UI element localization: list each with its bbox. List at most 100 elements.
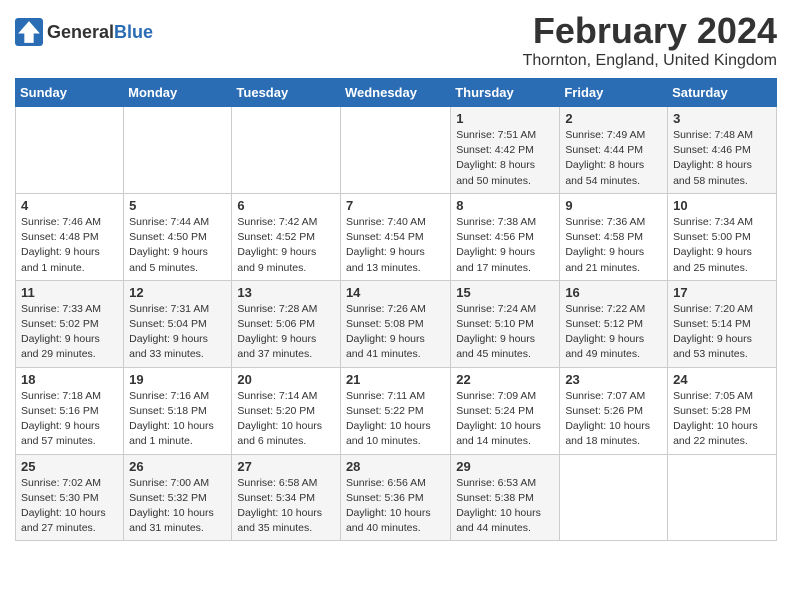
calendar-cell: 2Sunrise: 7:49 AMSunset: 4:44 PMDaylight…: [560, 107, 668, 194]
header-day-friday: Friday: [560, 79, 668, 107]
calendar-cell: 22Sunrise: 7:09 AMSunset: 5:24 PMDayligh…: [451, 367, 560, 454]
day-number: 21: [346, 372, 445, 387]
day-info: Sunrise: 7:24 AMSunset: 5:10 PMDaylight:…: [456, 302, 554, 363]
calendar-cell: 10Sunrise: 7:34 AMSunset: 5:00 PMDayligh…: [668, 193, 777, 280]
calendar-table: SundayMondayTuesdayWednesdayThursdayFrid…: [15, 78, 777, 541]
calendar-cell: 7Sunrise: 7:40 AMSunset: 4:54 PMDaylight…: [340, 193, 450, 280]
logo-text: GeneralBlue: [47, 22, 153, 43]
day-number: 11: [21, 285, 118, 300]
day-number: 28: [346, 459, 445, 474]
day-info: Sunrise: 7:07 AMSunset: 5:26 PMDaylight:…: [565, 389, 662, 450]
calendar-cell: [124, 107, 232, 194]
day-number: 4: [21, 198, 118, 213]
day-info: Sunrise: 7:33 AMSunset: 5:02 PMDaylight:…: [21, 302, 118, 363]
day-info: Sunrise: 7:44 AMSunset: 4:50 PMDaylight:…: [129, 215, 226, 276]
calendar-cell: 18Sunrise: 7:18 AMSunset: 5:16 PMDayligh…: [16, 367, 124, 454]
calendar-cell: 17Sunrise: 7:20 AMSunset: 5:14 PMDayligh…: [668, 280, 777, 367]
week-row-3: 11 Sunrise: 7:33 AMSunset: 5:02 PMDayligh…: [16, 280, 777, 367]
calendar-cell: 1 Sunrise: 7:51 AMSunset: 4:42 PMDaylight…: [451, 107, 560, 194]
header-row: SundayMondayTuesdayWednesdayThursdayFrid…: [16, 79, 777, 107]
calendar-cell: 21 Sunrise: 7:11 AMSunset: 5:22 PMDayligh…: [340, 367, 450, 454]
calendar-cell: 15 Sunrise: 7:24 AMSunset: 5:10 PMDayligh…: [451, 280, 560, 367]
day-info: Sunrise: 7:11 AMSunset: 5:22 PMDaylight:…: [346, 389, 445, 450]
calendar-cell: [340, 107, 450, 194]
calendar-cell: 8Sunrise: 7:38 AMSunset: 4:56 PMDaylight…: [451, 193, 560, 280]
calendar-cell: 4 Sunrise: 7:46 AMSunset: 4:48 PMDaylight…: [16, 193, 124, 280]
day-info: Sunrise: 6:56 AMSunset: 5:36 PMDaylight:…: [346, 476, 445, 537]
calendar-cell: [668, 454, 777, 541]
day-number: 19: [129, 372, 226, 387]
logo: GeneralBlue: [15, 18, 153, 46]
day-info: Sunrise: 6:58 AMSunset: 5:34 PMDaylight:…: [237, 476, 335, 537]
header-day-monday: Monday: [124, 79, 232, 107]
day-number: 29: [456, 459, 554, 474]
calendar-cell: [560, 454, 668, 541]
day-number: 5: [129, 198, 226, 213]
header: GeneralBlue February 2024 Thornton, Engl…: [15, 10, 777, 70]
day-number: 23: [565, 372, 662, 387]
day-info: Sunrise: 7:46 AMSunset: 4:48 PMDaylight:…: [21, 215, 118, 276]
day-number: 3: [673, 111, 771, 126]
calendar-cell: 9Sunrise: 7:36 AMSunset: 4:58 PMDaylight…: [560, 193, 668, 280]
month-title: February 2024: [523, 10, 777, 52]
day-number: 13: [237, 285, 335, 300]
day-number: 27: [237, 459, 335, 474]
day-number: 9: [565, 198, 662, 213]
day-info: Sunrise: 7:38 AMSunset: 4:56 PMDaylight:…: [456, 215, 554, 276]
calendar-cell: 5 Sunrise: 7:44 AMSunset: 4:50 PMDaylight…: [124, 193, 232, 280]
header-day-sunday: Sunday: [16, 79, 124, 107]
day-number: 6: [237, 198, 335, 213]
day-number: 10: [673, 198, 771, 213]
day-info: Sunrise: 7:40 AMSunset: 4:54 PMDaylight:…: [346, 215, 445, 276]
day-info: Sunrise: 7:49 AMSunset: 4:44 PMDaylight:…: [565, 128, 662, 189]
week-row-5: 25Sunrise: 7:02 AMSunset: 5:30 PMDayligh…: [16, 454, 777, 541]
day-info: Sunrise: 7:09 AMSunset: 5:24 PMDaylight:…: [456, 389, 554, 450]
day-info: Sunrise: 7:51 AMSunset: 4:42 PMDaylight:…: [456, 128, 554, 189]
day-number: 26: [129, 459, 226, 474]
day-info: Sunrise: 7:26 AMSunset: 5:08 PMDaylight:…: [346, 302, 445, 363]
day-number: 14: [346, 285, 445, 300]
calendar-header: SundayMondayTuesdayWednesdayThursdayFrid…: [16, 79, 777, 107]
day-info: Sunrise: 6:53 AMSunset: 5:38 PMDaylight:…: [456, 476, 554, 537]
calendar-body: 1 Sunrise: 7:51 AMSunset: 4:42 PMDaylight…: [16, 107, 777, 541]
day-number: 16: [565, 285, 662, 300]
day-number: 15: [456, 285, 554, 300]
calendar-cell: 14 Sunrise: 7:26 AMSunset: 5:08 PMDayligh…: [340, 280, 450, 367]
day-info: Sunrise: 7:02 AMSunset: 5:30 PMDaylight:…: [21, 476, 118, 537]
header-day-thursday: Thursday: [451, 79, 560, 107]
day-number: 12: [129, 285, 226, 300]
calendar-cell: 28 Sunrise: 6:56 AMSunset: 5:36 PMDayligh…: [340, 454, 450, 541]
calendar-cell: 11 Sunrise: 7:33 AMSunset: 5:02 PMDayligh…: [16, 280, 124, 367]
day-info: Sunrise: 7:16 AMSunset: 5:18 PMDaylight:…: [129, 389, 226, 450]
day-number: 1: [456, 111, 554, 126]
day-info: Sunrise: 7:18 AMSunset: 5:16 PMDaylight:…: [21, 389, 118, 450]
header-day-tuesday: Tuesday: [232, 79, 341, 107]
calendar-cell: [232, 107, 341, 194]
calendar-cell: [16, 107, 124, 194]
day-info: Sunrise: 7:28 AMSunset: 5:06 PMDaylight:…: [237, 302, 335, 363]
calendar-cell: 13 Sunrise: 7:28 AMSunset: 5:06 PMDayligh…: [232, 280, 341, 367]
week-row-2: 4 Sunrise: 7:46 AMSunset: 4:48 PMDaylight…: [16, 193, 777, 280]
day-info: Sunrise: 7:31 AMSunset: 5:04 PMDaylight:…: [129, 302, 226, 363]
header-day-wednesday: Wednesday: [340, 79, 450, 107]
day-info: Sunrise: 7:48 AMSunset: 4:46 PMDaylight:…: [673, 128, 771, 189]
day-info: Sunrise: 7:14 AMSunset: 5:20 PMDaylight:…: [237, 389, 335, 450]
calendar-cell: 3 Sunrise: 7:48 AMSunset: 4:46 PMDaylight…: [668, 107, 777, 194]
calendar-cell: 25Sunrise: 7:02 AMSunset: 5:30 PMDayligh…: [16, 454, 124, 541]
day-info: Sunrise: 7:22 AMSunset: 5:12 PMDaylight:…: [565, 302, 662, 363]
title-area: February 2024 Thornton, England, United …: [523, 10, 777, 70]
calendar-cell: 6 Sunrise: 7:42 AMSunset: 4:52 PMDaylight…: [232, 193, 341, 280]
calendar-cell: 29 Sunrise: 6:53 AMSunset: 5:38 PMDayligh…: [451, 454, 560, 541]
location: Thornton, England, United Kingdom: [523, 52, 777, 70]
day-number: 20: [237, 372, 335, 387]
calendar-cell: 19 Sunrise: 7:16 AMSunset: 5:18 PMDayligh…: [124, 367, 232, 454]
calendar-cell: 26 Sunrise: 7:00 AMSunset: 5:32 PMDayligh…: [124, 454, 232, 541]
header-day-saturday: Saturday: [668, 79, 777, 107]
day-info: Sunrise: 7:42 AMSunset: 4:52 PMDaylight:…: [237, 215, 335, 276]
calendar-cell: 12 Sunrise: 7:31 AMSunset: 5:04 PMDayligh…: [124, 280, 232, 367]
day-info: Sunrise: 7:00 AMSunset: 5:32 PMDaylight:…: [129, 476, 226, 537]
calendar-cell: 24Sunrise: 7:05 AMSunset: 5:28 PMDayligh…: [668, 367, 777, 454]
week-row-4: 18Sunrise: 7:18 AMSunset: 5:16 PMDayligh…: [16, 367, 777, 454]
logo-icon: [15, 18, 43, 46]
calendar-cell: 20 Sunrise: 7:14 AMSunset: 5:20 PMDayligh…: [232, 367, 341, 454]
